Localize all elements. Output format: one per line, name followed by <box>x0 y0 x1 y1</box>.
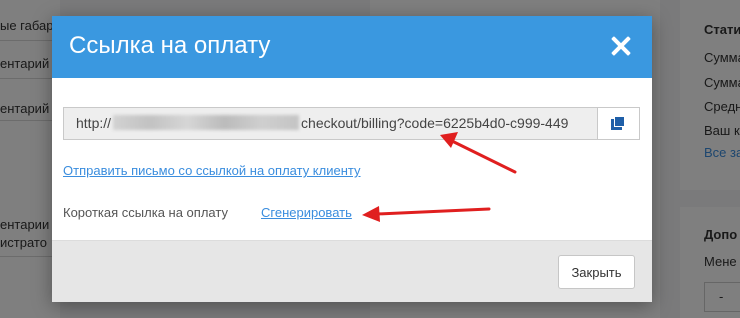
short-link-label: Короткая ссылка на оплату <box>63 205 228 220</box>
payment-link-input[interactable]: http:// checkout/billing?code=6225b4d0-c9… <box>63 107 597 140</box>
close-button[interactable]: Закрыть <box>558 255 635 289</box>
payment-link-prefix: http:// <box>76 115 112 131</box>
modal-title: Ссылка на оплату <box>69 32 271 59</box>
payment-link-field-group: http:// checkout/billing?code=6225b4d0-c9… <box>63 107 640 140</box>
copy-button[interactable] <box>597 107 640 140</box>
copy-icon-front <box>614 116 625 127</box>
payment-link-suffix: checkout/billing?code=6225b4d0-c999-449 <box>301 115 569 131</box>
payment-link-modal: Ссылка на оплату http:// checkout/billing… <box>52 16 652 302</box>
blurred-domain <box>113 115 300 130</box>
modal-header: Ссылка на оплату <box>52 16 652 78</box>
generate-short-link[interactable]: Сгенерировать <box>261 205 352 220</box>
close-icon[interactable] <box>608 33 634 59</box>
send-email-link[interactable]: Отправить письмо со ссылкой на оплату кл… <box>63 163 361 178</box>
modal-footer: Закрыть <box>52 240 652 302</box>
